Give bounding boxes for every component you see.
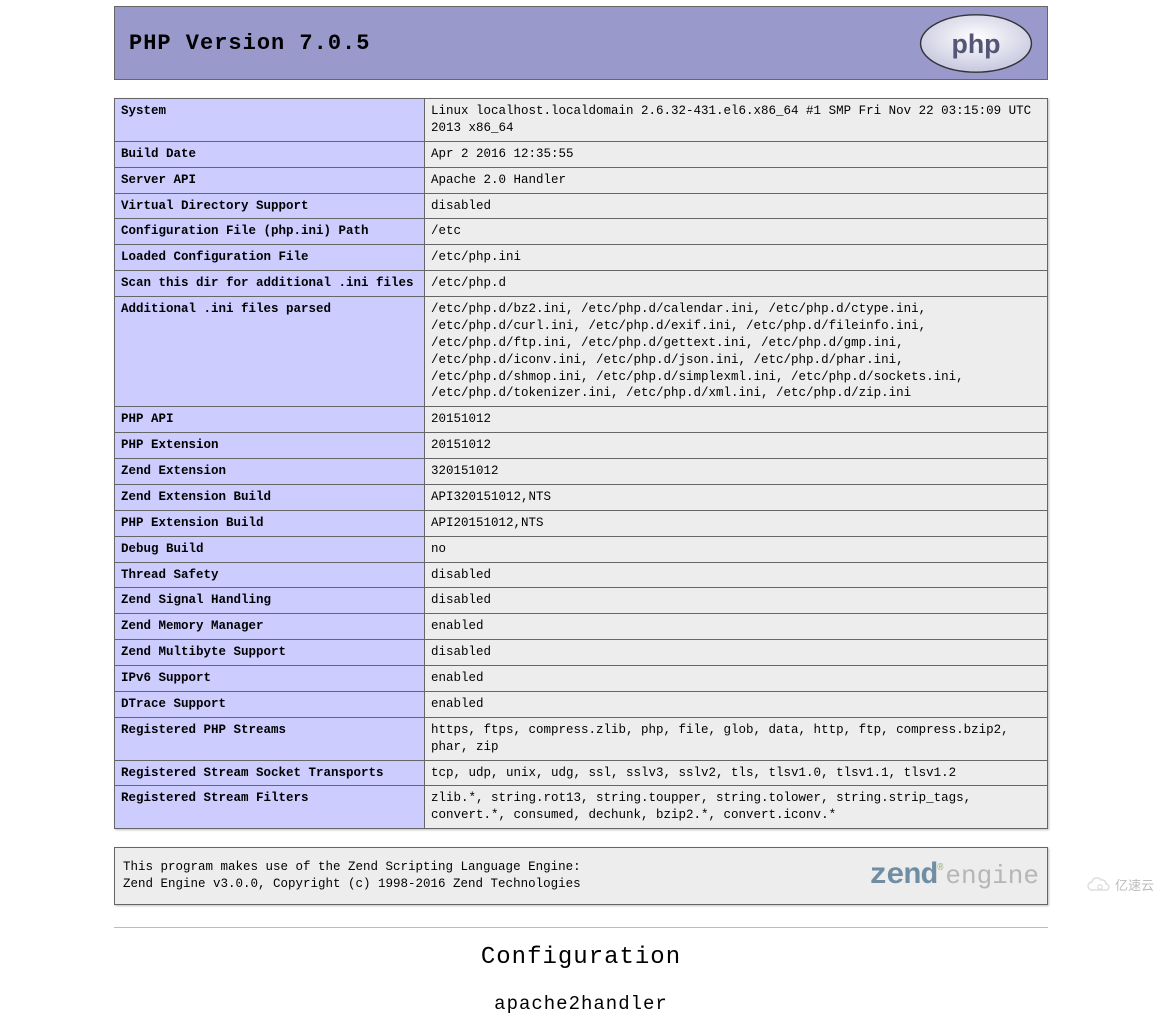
info-key: PHP Extension [115, 433, 425, 459]
zend-logo-zend: zend [869, 859, 937, 893]
table-row: Zend Extension320151012 [115, 459, 1048, 485]
configuration-heading: Configuration [0, 944, 1162, 971]
table-row: PHP Extension20151012 [115, 433, 1048, 459]
info-key: Virtual Directory Support [115, 193, 425, 219]
info-value: disabled [425, 193, 1048, 219]
table-row: Registered Stream Socket Transportstcp, … [115, 760, 1048, 786]
table-row: Zend Memory Managerenabled [115, 614, 1048, 640]
table-row: Additional .ini files parsed/etc/php.d/b… [115, 297, 1048, 407]
apache2handler-heading: apache2handler [0, 993, 1162, 1015]
table-row: Loaded Configuration File/etc/php.ini [115, 245, 1048, 271]
info-value: Apache 2.0 Handler [425, 167, 1048, 193]
table-row: Virtual Directory Supportdisabled [115, 193, 1048, 219]
watermark-text: 亿速云 [1115, 875, 1154, 894]
info-key: PHP API [115, 407, 425, 433]
info-value: enabled [425, 666, 1048, 692]
table-row: DTrace Supportenabled [115, 691, 1048, 717]
info-key: Zend Signal Handling [115, 588, 425, 614]
table-row: PHP Extension BuildAPI20151012,NTS [115, 510, 1048, 536]
info-key: Thread Safety [115, 562, 425, 588]
info-key: Zend Multibyte Support [115, 640, 425, 666]
info-key: Configuration File (php.ini) Path [115, 219, 425, 245]
zend-engine-box: This program makes use of the Zend Scrip… [114, 847, 1048, 905]
info-value: 20151012 [425, 433, 1048, 459]
info-key: IPv6 Support [115, 666, 425, 692]
info-value: /etc/php.d [425, 271, 1048, 297]
info-key: Zend Extension Build [115, 484, 425, 510]
info-key: Build Date [115, 141, 425, 167]
info-value: 20151012 [425, 407, 1048, 433]
watermark: 亿速云 [1085, 875, 1154, 894]
info-value: https, ftps, compress.zlib, php, file, g… [425, 717, 1048, 760]
table-row: Registered PHP Streamshttps, ftps, compr… [115, 717, 1048, 760]
table-row: SystemLinux localhost.localdomain 2.6.32… [115, 99, 1048, 142]
php-version-banner: PHP Version 7.0.5 php [114, 6, 1048, 80]
table-row: Configuration File (php.ini) Path/etc [115, 219, 1048, 245]
table-row: Zend Signal Handlingdisabled [115, 588, 1048, 614]
info-key: Scan this dir for additional .ini files [115, 271, 425, 297]
info-value: Apr 2 2016 12:35:55 [425, 141, 1048, 167]
table-row: Build DateApr 2 2016 12:35:55 [115, 141, 1048, 167]
info-key: Registered Stream Socket Transports [115, 760, 425, 786]
info-value: 320151012 [425, 459, 1048, 485]
info-key: Registered PHP Streams [115, 717, 425, 760]
page-title: PHP Version 7.0.5 [123, 31, 370, 56]
zend-line-2: Zend Engine v3.0.0, Copyright (c) 1998-2… [123, 876, 581, 893]
zend-line-1: This program makes use of the Zend Scrip… [123, 859, 581, 876]
info-key: System [115, 99, 425, 142]
info-value: tcp, udp, unix, udg, ssl, sslv3, sslv2, … [425, 760, 1048, 786]
table-row: Scan this dir for additional .ini files/… [115, 271, 1048, 297]
zend-engine-text: This program makes use of the Zend Scrip… [123, 859, 581, 893]
zend-engine-logo: zend®engine [789, 854, 1039, 898]
info-key: Additional .ini files parsed [115, 297, 425, 407]
info-value: Linux localhost.localdomain 2.6.32-431.e… [425, 99, 1048, 142]
table-row: IPv6 Supportenabled [115, 666, 1048, 692]
info-key: DTrace Support [115, 691, 425, 717]
info-value: disabled [425, 562, 1048, 588]
phpinfo-table: SystemLinux localhost.localdomain 2.6.32… [114, 98, 1048, 829]
info-value: disabled [425, 640, 1048, 666]
info-value: API20151012,NTS [425, 510, 1048, 536]
info-value: /etc/php.d/bz2.ini, /etc/php.d/calendar.… [425, 297, 1048, 407]
info-key: Server API [115, 167, 425, 193]
info-value: enabled [425, 614, 1048, 640]
table-row: Debug Buildno [115, 536, 1048, 562]
php-logo-text: php [951, 29, 1000, 59]
info-key: Registered Stream Filters [115, 786, 425, 829]
info-value: enabled [425, 691, 1048, 717]
php-logo: php [913, 11, 1039, 76]
info-value: zlib.*, string.rot13, string.toupper, st… [425, 786, 1048, 829]
info-key: Zend Memory Manager [115, 614, 425, 640]
info-value: /etc/php.ini [425, 245, 1048, 271]
info-value: no [425, 536, 1048, 562]
info-value: disabled [425, 588, 1048, 614]
table-row: Zend Multibyte Supportdisabled [115, 640, 1048, 666]
info-value: /etc [425, 219, 1048, 245]
info-key: Zend Extension [115, 459, 425, 485]
section-divider [114, 927, 1048, 928]
table-row: Registered Stream Filterszlib.*, string.… [115, 786, 1048, 829]
info-key: Loaded Configuration File [115, 245, 425, 271]
table-row: Thread Safetydisabled [115, 562, 1048, 588]
cloud-icon [1085, 876, 1111, 894]
info-value: API320151012,NTS [425, 484, 1048, 510]
table-row: PHP API20151012 [115, 407, 1048, 433]
info-key: PHP Extension Build [115, 510, 425, 536]
table-row: Zend Extension BuildAPI320151012,NTS [115, 484, 1048, 510]
table-row: Server APIApache 2.0 Handler [115, 167, 1048, 193]
registered-icon: ® [937, 863, 943, 874]
info-key: Debug Build [115, 536, 425, 562]
zend-logo-engine: engine [945, 861, 1039, 891]
